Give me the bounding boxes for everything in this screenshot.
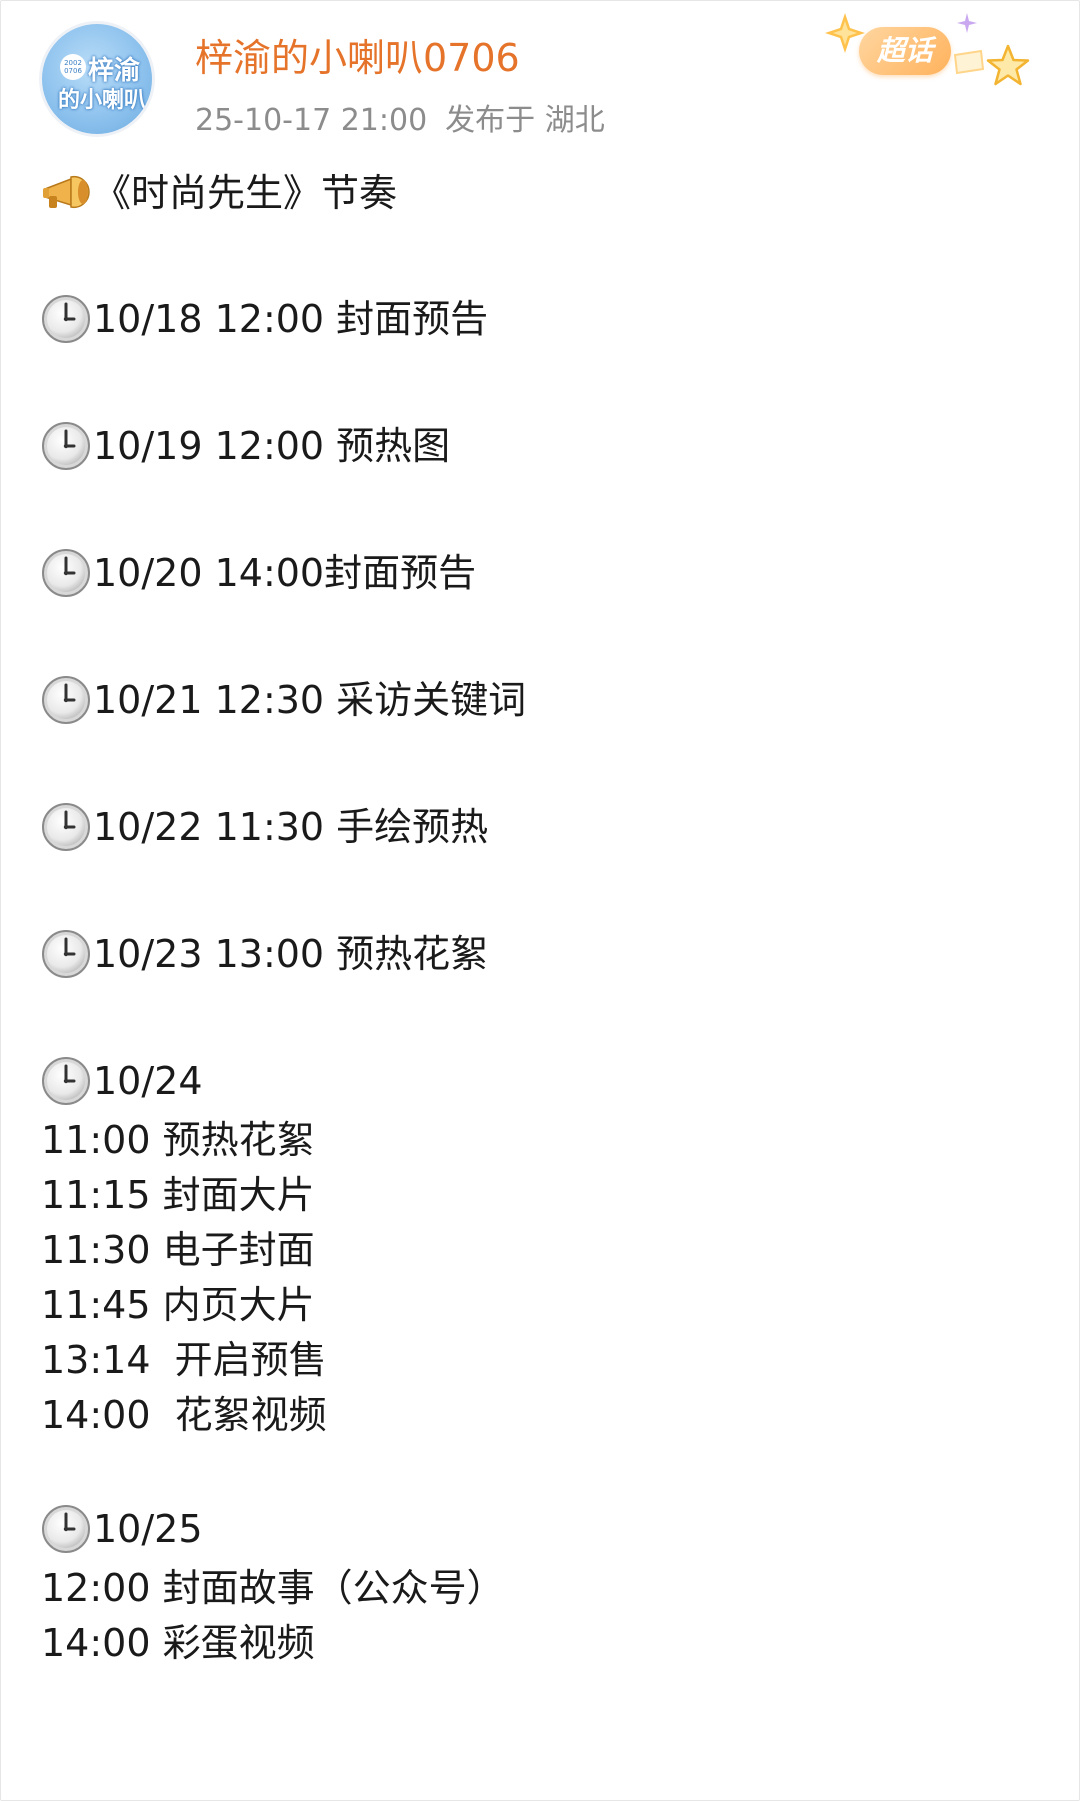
supertopic-badge-group[interactable]: 超话 <box>823 11 1033 101</box>
avatar[interactable]: 2002 0706 梓渝 的小喇叭 <box>39 21 155 137</box>
post-meta: 25-10-17 21:00 发布于 湖北 <box>195 95 605 139</box>
megaphone-icon <box>43 175 90 209</box>
schedule-sub-item: 11:30 电子封面 <box>41 1228 315 1272</box>
post-card: 2002 0706 梓渝 的小喇叭 梓渝的小喇叭0706 25-10-17 21… <box>0 0 1080 1801</box>
schedule-entry: 10/24 <box>41 1049 1041 1113</box>
clock-icon <box>42 930 90 978</box>
post-title-row: 《时尚先生》节奏 <box>41 161 1041 225</box>
schedule-date-time: 10/23 13:00 预热花絮 <box>93 932 489 976</box>
post-location: 发布于 湖北 <box>445 103 605 138</box>
clock-icon <box>42 803 90 851</box>
post-header: 2002 0706 梓渝 的小喇叭 梓渝的小喇叭0706 25-10-17 21… <box>39 13 1043 141</box>
schedule-sub-item: 11:00 预热花絮 <box>41 1118 315 1162</box>
schedule-entry: 10/19 12:00 预热图 <box>41 414 1041 478</box>
avatar-badge: 2002 0706 <box>60 54 86 80</box>
schedule-date-time: 10/19 12:00 预热图 <box>93 424 451 468</box>
schedule-sub-item: 14:00 彩蛋视频 <box>41 1621 315 1665</box>
schedule-list: 10/18 12:00 封面预告 10/19 12:00 预热图 10/20 1… <box>41 287 1041 1671</box>
post-title: 《时尚先生》节奏 <box>93 171 398 215</box>
clock-icon <box>42 422 90 470</box>
star-icon <box>986 44 1030 86</box>
clock-icon <box>42 1505 90 1553</box>
diamond-icon <box>953 49 985 75</box>
schedule-entry: 10/22 11:30 手绘预热 <box>41 795 1041 859</box>
clock-icon <box>42 1057 90 1105</box>
author-name[interactable]: 梓渝的小喇叭0706 <box>195 27 520 82</box>
schedule-date-time: 10/25 <box>93 1507 203 1551</box>
schedule-sub-item: 11:45 内页大片 <box>41 1283 315 1327</box>
schedule-sub-item: 11:15 封面大片 <box>41 1173 315 1217</box>
schedule-date-time: 10/24 <box>93 1059 203 1103</box>
clock-icon <box>42 676 90 724</box>
post-body: 《时尚先生》节奏 10/18 12:00 封面预告 10/19 12:00 预热… <box>41 161 1041 1671</box>
schedule-entry: 10/18 12:00 封面预告 <box>41 287 1041 351</box>
post-timestamp: 25-10-17 21:00 <box>195 103 428 138</box>
avatar-text-line2: 的小喇叭 <box>58 88 147 113</box>
schedule-date-time: 10/20 14:00封面预告 <box>93 551 477 595</box>
schedule-sub-item: 14:00 花絮视频 <box>41 1393 327 1437</box>
schedule-sub-item: 13:14 开启预售 <box>41 1338 327 1382</box>
schedule-date-time: 10/18 12:00 封面预告 <box>93 297 489 341</box>
clock-icon <box>42 295 90 343</box>
schedule-date-time: 10/22 11:30 手绘预热 <box>93 805 489 849</box>
schedule-entry: 10/20 14:00封面预告 <box>41 541 1041 605</box>
clock-icon <box>42 549 90 597</box>
schedule-entry: 10/23 13:00 预热花絮 <box>41 922 1041 986</box>
sparkle-small-icon <box>957 13 977 33</box>
schedule-sub-item: 12:00 封面故事（公众号） <box>41 1566 505 1610</box>
supertopic-badge[interactable]: 超话 <box>859 27 951 75</box>
schedule-entry: 10/21 12:30 采访关键词 <box>41 668 1041 732</box>
schedule-date-time: 10/21 12:30 采访关键词 <box>93 678 527 722</box>
schedule-entry: 10/25 <box>41 1497 1041 1561</box>
